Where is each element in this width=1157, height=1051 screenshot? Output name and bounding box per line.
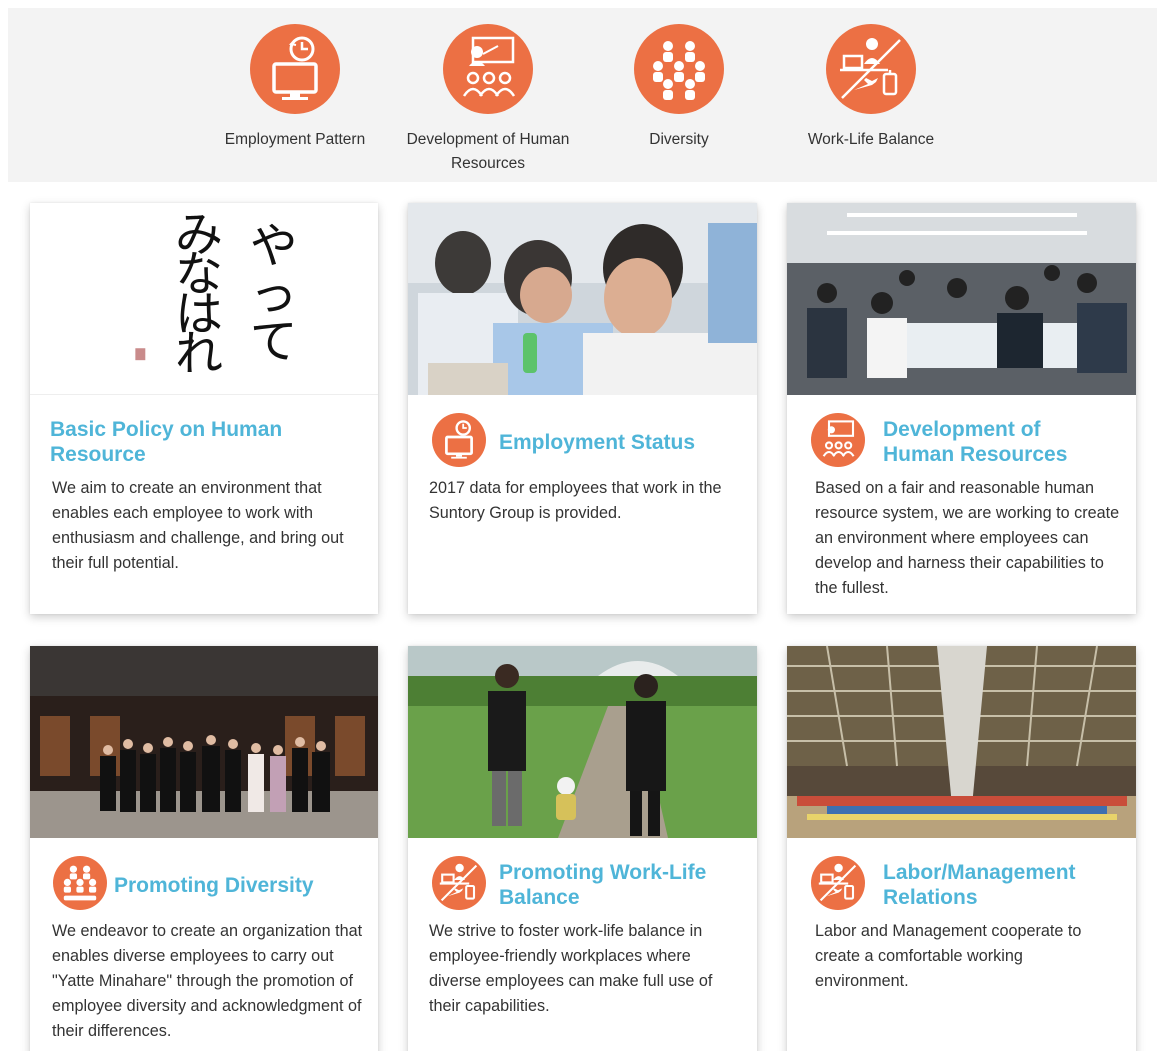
clock-monitor-icon xyxy=(432,413,486,467)
card-description: We endeavor to create an organization th… xyxy=(52,922,363,1040)
card-description: We aim to create an environment that ena… xyxy=(52,479,344,572)
desk-travel-icon xyxy=(432,856,486,910)
card-title[interactable]: Basic Policy on Human Resource xyxy=(50,417,350,467)
card-header: Promoting Diversity xyxy=(30,852,378,912)
people-group-icon xyxy=(53,856,107,910)
topic-navigation: Employment Pattern Development of Human … xyxy=(8,8,1157,182)
card-title[interactable]: Employment Status xyxy=(499,430,739,455)
card-labor-management-relations[interactable]: Labor/Management Relations Labor and Man… xyxy=(787,646,1136,1051)
desk-travel-icon xyxy=(811,856,865,910)
card-header: Basic Policy on Human Resource xyxy=(30,409,378,469)
card-promoting-work-life-balance[interactable]: Promoting Work-Life Balance We strive to… xyxy=(408,646,757,1051)
card-employment-status[interactable]: Employment Status 2017 data for employee… xyxy=(408,203,757,614)
card-title[interactable]: Promoting Work-Life Balance xyxy=(499,860,739,910)
card-description: 2017 data for employees that work in the… xyxy=(429,479,722,522)
nav-label: Diversity xyxy=(649,131,709,148)
card-title[interactable]: Labor/Management Relations xyxy=(883,860,1118,910)
card-header: Development of Human Resources xyxy=(787,409,1136,469)
clock-monitor-icon xyxy=(250,24,340,114)
teacher-group-icon xyxy=(443,24,533,114)
desk-travel-icon xyxy=(826,24,916,114)
card-header: Labor/Management Relations xyxy=(787,852,1136,912)
teacher-group-icon xyxy=(811,413,865,467)
employees-in-meeting-photo xyxy=(408,203,757,395)
card-title[interactable]: Promoting Diversity xyxy=(114,873,364,898)
card-title[interactable]: Development of Human Resources xyxy=(883,417,1113,467)
card-development-human-resources[interactable]: Development of Human Resources Based on … xyxy=(787,203,1136,614)
family-in-park-photo xyxy=(408,646,757,838)
yatte-minahare-calligraphy: やってみなはれ xyxy=(30,203,378,395)
card-header: Employment Status xyxy=(408,409,757,469)
group-photo-outside-building xyxy=(30,646,378,838)
card-description: Labor and Management cooperate to create… xyxy=(815,922,1082,990)
card-header: Promoting Work-Life Balance xyxy=(408,852,757,912)
nav-label: Development of Human Resources xyxy=(406,131,570,172)
card-basic-policy[interactable]: やってみなはれ Basic Policy on Human Resource W… xyxy=(30,203,378,614)
nav-label: Employment Pattern xyxy=(224,131,366,148)
card-promoting-diversity[interactable]: Promoting Diversity We endeavor to creat… xyxy=(30,646,378,1051)
card-description: Based on a fair and reasonable human res… xyxy=(815,479,1120,597)
training-session-photo xyxy=(787,203,1136,395)
card-description: We strive to foster work-life balance in… xyxy=(429,922,713,1015)
people-group-icon xyxy=(634,24,724,114)
large-hall-gathering-photo xyxy=(787,646,1136,838)
nav-label: Work-Life Balance xyxy=(807,131,935,148)
